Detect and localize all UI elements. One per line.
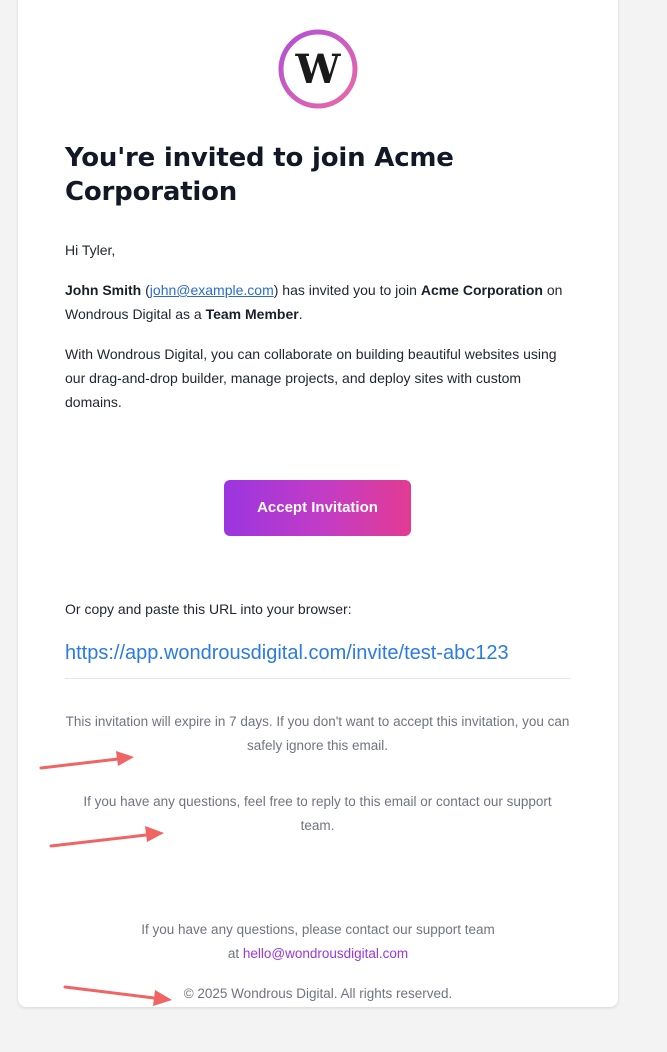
greeting: Hi Tyler, xyxy=(65,242,116,258)
copyright: © 2025 Wondrous Digital. All rights rese… xyxy=(183,986,453,1001)
invite-paragraph: John Smith (john@example.com) has invite… xyxy=(65,282,563,322)
divider xyxy=(65,678,570,679)
org-name: Acme Corporation xyxy=(420,282,543,298)
red-arrow-icon xyxy=(49,826,164,848)
expire-note: This invitation will expire in 7 days. I… xyxy=(65,714,570,753)
invite-text-1: has invited you to join xyxy=(282,282,417,298)
footer-support: If you have any questions, please contac… xyxy=(138,918,498,966)
logo-letter: W xyxy=(295,46,342,93)
email-title: You're invited to join Acme Corporation xyxy=(65,143,454,207)
inviter-email-link[interactable]: john@example.com xyxy=(150,282,274,298)
wondrous-logo-icon: W xyxy=(277,28,359,110)
description-paragraph: With Wondrous Digital, you can collabora… xyxy=(65,346,557,410)
accept-invitation-button[interactable]: Accept Invitation xyxy=(224,480,411,536)
email-card: W You're invited to join Acme Corporatio… xyxy=(18,0,618,1007)
support-email-link[interactable]: hello@wondrousdigital.com xyxy=(243,946,408,961)
invite-url-link[interactable]: https://app.wondrousdigital.com/invite/t… xyxy=(65,640,509,666)
role-name: Team Member xyxy=(205,306,299,322)
red-arrow-icon xyxy=(39,751,134,770)
copy-url-label: Or copy and paste this URL into your bro… xyxy=(65,601,352,617)
inviter-name: John Smith xyxy=(65,282,142,298)
red-arrow-icon xyxy=(63,985,172,1006)
